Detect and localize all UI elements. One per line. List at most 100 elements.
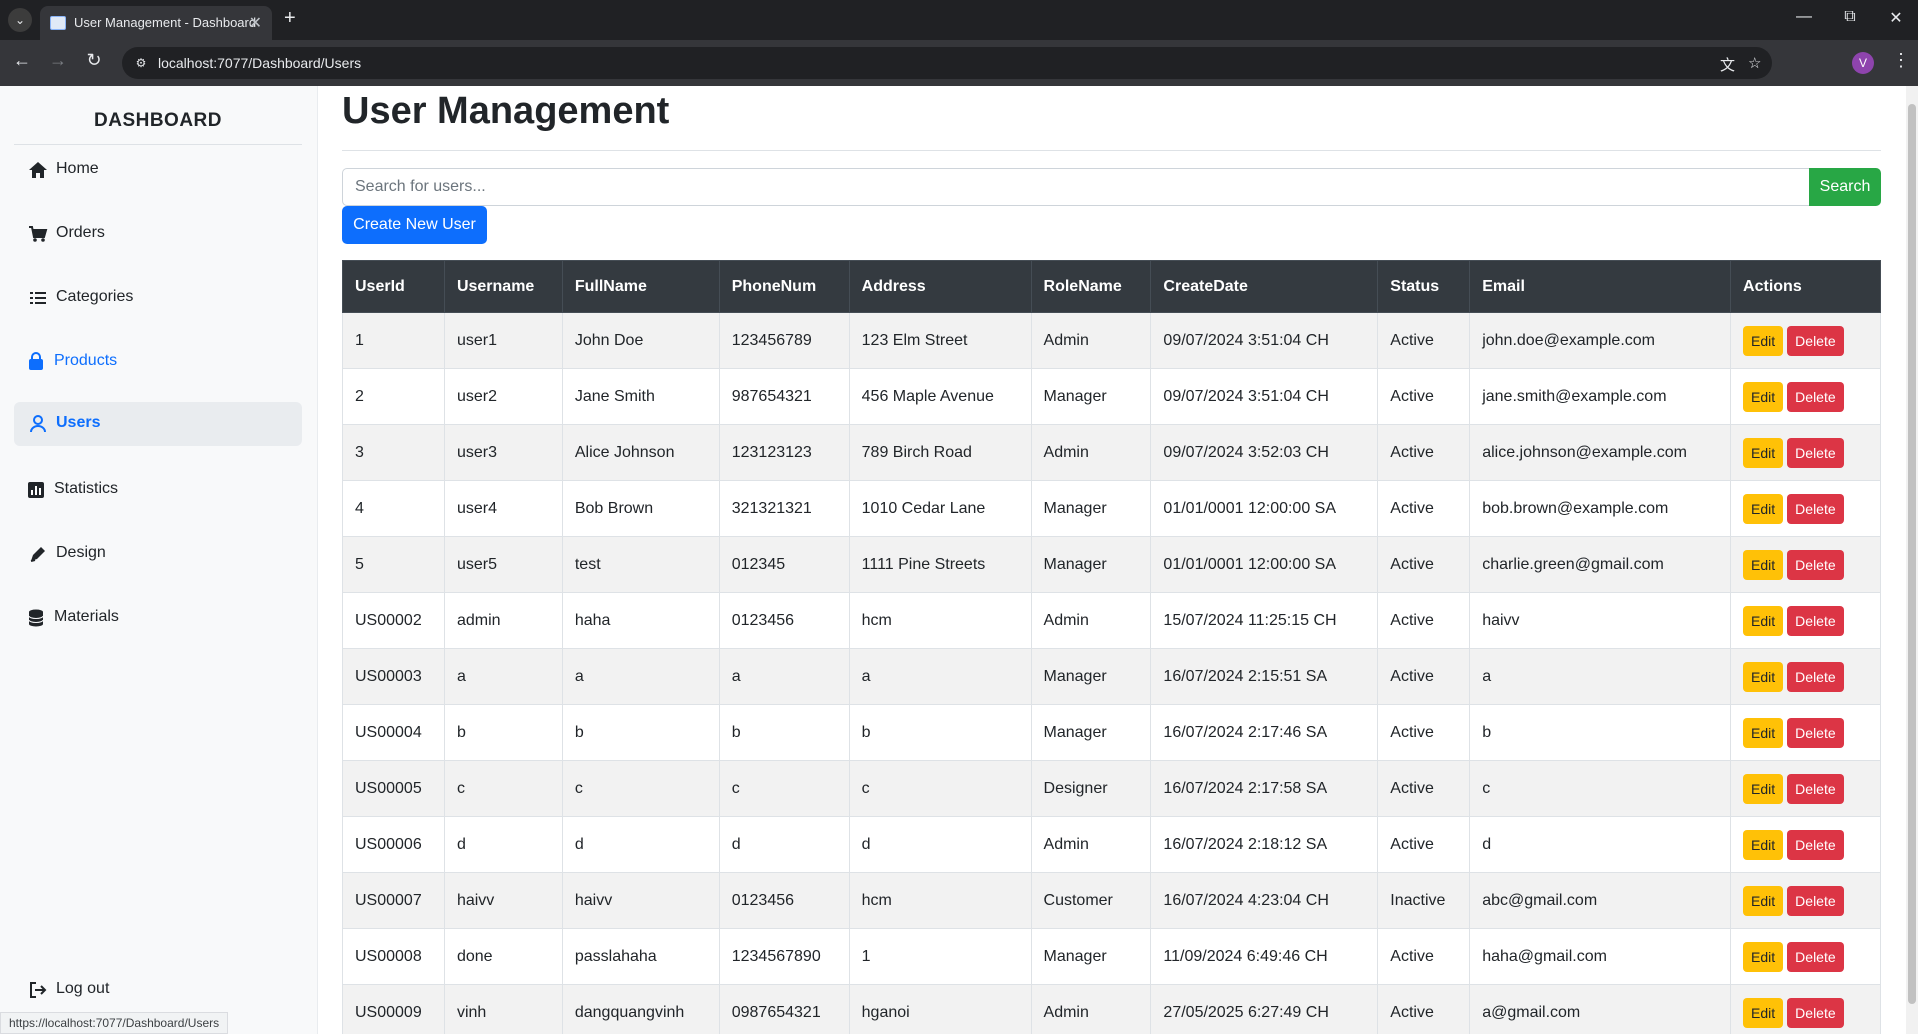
table-header-row: UserId Username FullName PhoneNum Address Rol… [342,260,1881,313]
logout-link[interactable]: Log out [14,968,302,1012]
table-cell: c [443,760,563,817]
url-text[interactable]: localhost:7077/Dashboard/Users [158,55,361,71]
table-cell: 01/01/0001 12:00:00 SA [1150,536,1379,593]
edit-button[interactable]: Edit [1743,997,1784,1028]
table-cell: a [561,648,720,705]
profile-avatar[interactable]: V [1852,52,1874,74]
sidebar-item-orders[interactable]: Orders [14,212,302,256]
edit-button[interactable]: Edit [1743,549,1784,580]
delete-button[interactable]: Delete [1787,549,1844,580]
edit-button[interactable]: Edit [1743,773,1784,804]
sidebar-item-home[interactable]: Home [14,148,302,192]
table-cell: user3 [443,424,563,481]
table-cell: a@gmail.com [1469,984,1732,1034]
table-cell: Active [1377,368,1471,425]
forward-icon[interactable]: → [46,50,70,71]
page-title: User Management [342,90,670,132]
sidebar-item-label: Products [54,352,118,369]
edit-button[interactable]: Edit [1743,325,1784,356]
bookmark-star-icon[interactable]: ☆ [1748,54,1761,72]
table-cell: c [718,760,850,817]
sidebar-item-users[interactable]: Users [14,402,302,446]
table-cell: US00005 [342,760,445,817]
actions-cell: Edit Delete [1730,536,1881,593]
table-cell: 321321321 [718,480,850,537]
delete-button[interactable]: Delete [1787,605,1844,636]
edit-button[interactable]: Edit [1743,493,1784,524]
back-icon[interactable]: ← [10,50,34,71]
table-cell: b [1469,704,1732,761]
table-row: US00009 vinh dangquangvinh 0987654321 hganoi… [342,984,1881,1034]
edit-button[interactable]: Edit [1743,717,1784,748]
sidebar-item-statistics[interactable]: Statistics [14,468,302,512]
delete-button[interactable]: Delete [1787,437,1844,468]
sidebar-item-label: Statistics [54,480,119,497]
delete-button[interactable]: Delete [1787,941,1844,972]
table-cell: 0987654321 [718,984,850,1034]
delete-button[interactable]: Delete [1787,773,1844,804]
new-tab-icon[interactable]: + [284,7,296,30]
sidebar-item-products[interactable]: Products [14,340,302,384]
table-row: 3 user3 Alice Johnson 123123123 789 Birch Ro… [342,424,1881,481]
table-cell: done [443,928,563,985]
actions-cell: Edit Delete [1730,816,1881,873]
table-cell: john.doe@example.com [1469,312,1732,369]
create-user-button[interactable]: Create New User [342,206,487,244]
search-button[interactable]: Search [1809,168,1881,206]
delete-button[interactable]: Delete [1787,493,1844,524]
table-cell: US00008 [342,928,445,985]
minimize-icon[interactable]: — [1784,8,1824,26]
table-cell: a [718,648,850,705]
sidebar-item-categories[interactable]: Categories [14,276,302,320]
page-scrollbar[interactable] [1906,86,1918,1034]
table-cell: alice.johnson@example.com [1469,424,1732,481]
table-cell: Bob Brown [561,480,720,537]
edit-button[interactable]: Edit [1743,829,1784,860]
sidebar-item-label: Design [56,544,106,561]
address-bar[interactable]: ⚙ localhost:7077/Dashboard/Users 文 ☆ [122,47,1772,79]
table-cell: haivv [1469,592,1732,649]
browser-tab[interactable]: User Management - Dashboard ✕ [40,6,272,40]
actions-cell: Edit Delete [1730,424,1881,481]
browser-menu-icon[interactable]: ⋮ [1892,50,1910,71]
sidebar-item-materials[interactable]: Materials [14,596,302,640]
delete-button[interactable]: Delete [1787,885,1844,916]
translate-icon[interactable]: 文 [1720,54,1735,75]
site-info-icon[interactable]: ⚙ [132,54,150,72]
scrollbar-thumb[interactable] [1908,104,1916,1004]
table-cell: 1111 Pine Streets [848,536,1032,593]
reload-icon[interactable]: ↻ [82,50,106,71]
edit-button[interactable]: Edit [1743,381,1784,412]
edit-button[interactable]: Edit [1743,605,1784,636]
edit-button[interactable]: Edit [1743,661,1784,692]
actions-cell: Edit Delete [1730,368,1881,425]
table-cell: Admin [1030,312,1152,369]
edit-button[interactable]: Edit [1743,437,1784,468]
delete-button[interactable]: Delete [1787,661,1844,692]
table-cell: 1 [342,312,445,369]
table-cell: 3 [342,424,445,481]
table-cell: 16/07/2024 2:17:46 SA [1150,704,1379,761]
edit-button[interactable]: Edit [1743,941,1784,972]
table-cell: Jane Smith [561,368,720,425]
delete-button[interactable]: Delete [1787,829,1844,860]
table-row: US00002 admin haha 0123456 hcm Admin 15/07/202… [342,592,1881,649]
tab-close-icon[interactable]: ✕ [249,13,262,33]
restore-icon[interactable]: ⧉ [1830,8,1870,26]
table-cell: 5 [342,536,445,593]
sidebar-item-design[interactable]: Design [14,532,302,576]
table-cell: jane.smith@example.com [1469,368,1732,425]
sidebar-item-label: Home [56,160,99,177]
close-window-icon[interactable]: ✕ [1876,8,1916,28]
actions-cell: Edit Delete [1730,872,1881,929]
search-input[interactable] [342,168,1810,206]
table-cell: b [561,704,720,761]
delete-button[interactable]: Delete [1787,325,1844,356]
delete-button[interactable]: Delete [1787,717,1844,748]
table-cell: 789 Birch Road [848,424,1032,481]
delete-button[interactable]: Delete [1787,381,1844,412]
tab-search-button[interactable]: ⌄ [8,8,32,32]
user-icon [30,415,46,433]
edit-button[interactable]: Edit [1743,885,1784,916]
delete-button[interactable]: Delete [1787,997,1844,1028]
